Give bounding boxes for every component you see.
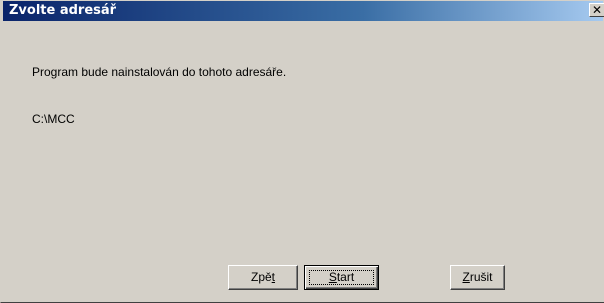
back-button[interactable]: Zpět [228,265,298,290]
start-accel: S [328,270,337,284]
cancel-label-rest: rušit [469,270,493,284]
dialog-window: Zvolte adresář ✕ Program bude nainstalov… [0,0,604,303]
cancel-button[interactable]: Zrušit [450,265,505,290]
install-message: Program bude nainstalován do tohoto adre… [32,65,287,79]
install-path: C:\MCC [32,112,75,126]
back-accel: t [271,270,276,284]
cancel-accel: Z [462,270,470,284]
title-bar[interactable]: Zvolte adresář ✕ [3,1,604,21]
close-icon: ✕ [591,3,603,17]
start-button[interactable]: Start [304,265,379,290]
start-label-rest: tart [336,270,355,284]
back-label: Zpě [250,270,272,284]
close-button[interactable]: ✕ [589,3,604,17]
window-title: Zvolte adresář [9,3,117,18]
